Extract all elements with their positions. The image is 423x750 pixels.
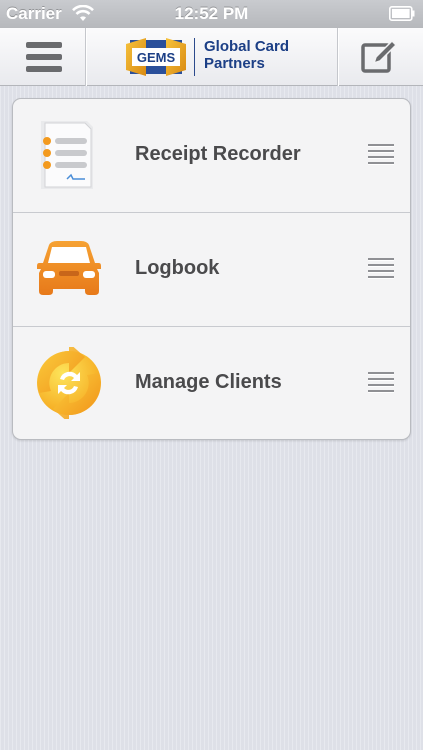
logo-line-2: Partners: [204, 55, 265, 72]
menu-list: Receipt Recorder Logbook Manage Clients: [12, 98, 411, 440]
status-time: 12:52 PM: [174, 4, 249, 23]
battery-icon: [389, 6, 415, 21]
sync-arrows-icon: [37, 347, 101, 419]
app-logo: GEMS Global Card Partners: [120, 34, 320, 80]
menu-button[interactable]: [0, 28, 86, 86]
logo-separator: [194, 38, 195, 76]
list-item-label: Manage Clients: [135, 371, 282, 393]
list-item-manage-clients[interactable]: Manage Clients: [13, 326, 410, 439]
navigation-bar: GEMS Global Card Partners: [0, 28, 423, 86]
gems-logo-icon: GEMS: [126, 38, 186, 76]
status-bar: Carrier 12:52 PM: [0, 0, 423, 28]
compose-button[interactable]: [338, 28, 423, 86]
list-item-receipt-recorder[interactable]: Receipt Recorder: [13, 99, 410, 212]
list-item-logbook[interactable]: Logbook: [13, 212, 410, 325]
compose-edit-icon: [361, 39, 398, 73]
car-icon: [37, 241, 101, 295]
nav-divider: [85, 28, 86, 86]
logo-wordmark: Global Card Partners: [204, 38, 289, 72]
logo-line-1: Global Card: [204, 38, 290, 55]
list-item-label: Receipt Recorder: [135, 143, 301, 165]
logo-badge-text: GEMS: [137, 50, 176, 65]
hamburger-menu-icon: [26, 42, 62, 72]
drag-handle-icon[interactable]: [368, 258, 394, 280]
drag-handle-icon[interactable]: [368, 144, 394, 166]
list-item-label: Logbook: [135, 257, 220, 279]
receipt-document-icon: [41, 121, 93, 189]
drag-handle-icon[interactable]: [368, 372, 394, 394]
